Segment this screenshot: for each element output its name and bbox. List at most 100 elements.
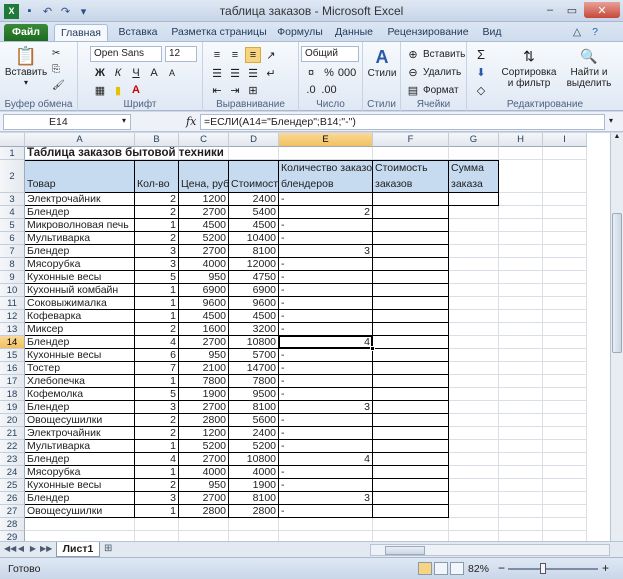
cell-d3[interactable]: 2400 — [229, 193, 279, 206]
row-header-5[interactable]: 5 — [0, 219, 25, 232]
cell-c19[interactable]: 2700 — [179, 401, 229, 414]
cell-d8[interactable]: 12000 — [229, 258, 279, 271]
cell-d14[interactable]: 10800 — [229, 336, 279, 349]
cell-b23[interactable]: 4 — [135, 453, 179, 466]
column-header-i[interactable]: I — [543, 133, 587, 147]
grid-cell[interactable] — [499, 271, 543, 284]
column-header-h[interactable]: H — [499, 133, 543, 147]
cell-a22[interactable]: Мультиварка — [25, 440, 135, 453]
currency-icon[interactable]: ¤ — [303, 65, 319, 81]
first-sheet-icon[interactable]: ◀◀ — [4, 544, 16, 553]
header-cell-d[interactable]: Стоимость — [229, 160, 284, 193]
cell-b25[interactable]: 2 — [135, 479, 179, 492]
bold-button[interactable]: Ж — [92, 65, 108, 81]
grid-cell[interactable] — [543, 492, 587, 505]
cell-a15[interactable]: Кухонные весы — [25, 349, 135, 362]
cell-d4[interactable]: 5400 — [229, 206, 279, 219]
grid-cell[interactable] — [25, 531, 135, 541]
cell-a16[interactable]: Тостер — [25, 362, 135, 375]
cell-b20[interactable]: 2 — [135, 414, 179, 427]
row-header-8[interactable]: 8 — [0, 258, 25, 271]
cell-f4[interactable] — [373, 206, 449, 219]
grid-cell[interactable] — [449, 349, 499, 362]
cell-f22[interactable] — [373, 440, 449, 453]
row-header-13[interactable]: 13 — [0, 323, 25, 336]
horizontal-scrollbar[interactable] — [370, 544, 610, 556]
cell-d12[interactable]: 4500 — [229, 310, 279, 323]
cell-f16[interactable] — [373, 362, 449, 375]
fill-handle[interactable] — [370, 346, 375, 351]
cell-d21[interactable]: 2400 — [229, 427, 279, 440]
grid-cell[interactable] — [543, 206, 587, 219]
cell-f9[interactable] — [373, 271, 449, 284]
cell-e16[interactable]: - — [279, 362, 373, 375]
restore-button[interactable]: ▭ — [562, 2, 582, 18]
cell-e26[interactable]: 3 — [279, 492, 373, 505]
align-top-icon[interactable]: ≡ — [209, 47, 225, 63]
row-header-17[interactable]: 17 — [0, 375, 25, 388]
cell-e18[interactable]: - — [279, 388, 373, 401]
grid-cell[interactable] — [499, 258, 543, 271]
fill-button[interactable]: ⬇ — [473, 64, 491, 80]
grid-cell[interactable] — [543, 147, 587, 160]
cell-c18[interactable]: 1900 — [179, 388, 229, 401]
cell-b5[interactable]: 1 — [135, 219, 179, 232]
thousands-icon[interactable]: 000 — [338, 65, 356, 81]
row-header-12[interactable]: 12 — [0, 310, 25, 323]
shrink-font-icon[interactable]: A — [164, 65, 180, 81]
grid-cell[interactable] — [449, 492, 499, 505]
align-right-icon[interactable]: ☰ — [245, 65, 261, 81]
tab-file[interactable]: Файл — [4, 24, 48, 41]
cell-c8[interactable]: 4000 — [179, 258, 229, 271]
cell-e8[interactable]: - — [279, 258, 373, 271]
row-header-11[interactable]: 11 — [0, 297, 25, 310]
cell-f14[interactable] — [373, 336, 449, 349]
styles-button[interactable]: A Стили — [367, 46, 397, 80]
cell-b8[interactable]: 3 — [135, 258, 179, 271]
orientation-icon[interactable]: ↗ — [263, 47, 279, 63]
copy-icon[interactable]: ⎘ — [52, 64, 60, 75]
tab-page-layout[interactable]: Разметка страницы — [168, 24, 270, 41]
cell-f12[interactable] — [373, 310, 449, 323]
grid-cell[interactable] — [543, 232, 587, 245]
cell-c11[interactable]: 9600 — [179, 297, 229, 310]
find-select-button[interactable]: 🔍 Найти и выделить — [559, 45, 619, 90]
cell-a10[interactable]: Кухонный комбайн — [25, 284, 135, 297]
grid-cell[interactable] — [499, 466, 543, 479]
tab-view[interactable]: Вид — [478, 24, 506, 41]
align-bottom-icon[interactable]: ≡ — [245, 47, 261, 63]
cell-f25[interactable] — [373, 479, 449, 492]
zoom-level[interactable]: 82% — [468, 563, 489, 575]
grid-cell[interactable] — [499, 388, 543, 401]
cell-d7[interactable]: 8100 — [229, 245, 279, 258]
cell-a9[interactable]: Кухонные весы — [25, 271, 135, 284]
grid-cell[interactable] — [449, 427, 499, 440]
grid-cell[interactable] — [543, 219, 587, 232]
cell-c10[interactable]: 6900 — [179, 284, 229, 297]
column-header-f[interactable]: F — [373, 133, 449, 147]
cell-e24[interactable]: - — [279, 466, 373, 479]
column-header-e[interactable]: E — [279, 133, 373, 147]
row-header-25[interactable]: 25 — [0, 479, 25, 492]
row-header-4[interactable]: 4 — [0, 206, 25, 219]
grid-cell[interactable] — [543, 440, 587, 453]
cell-b7[interactable]: 3 — [135, 245, 179, 258]
cell-d15[interactable]: 5700 — [229, 349, 279, 362]
cell-c14[interactable]: 2700 — [179, 336, 229, 349]
cell-a5[interactable]: Микроволновая печь — [25, 219, 135, 232]
new-sheet-icon[interactable]: ⊞ — [104, 543, 112, 554]
cell-c9[interactable]: 950 — [179, 271, 229, 284]
row-header-29[interactable]: 29 — [0, 531, 25, 541]
page-break-view-icon[interactable] — [450, 562, 464, 575]
grid-cell[interactable] — [543, 362, 587, 375]
cell-c17[interactable]: 7800 — [179, 375, 229, 388]
cell-d27[interactable]: 2800 — [229, 505, 279, 518]
grid-cell[interactable] — [499, 531, 543, 541]
grid-cell[interactable] — [449, 414, 499, 427]
cell-e6[interactable]: - — [279, 232, 373, 245]
cell-e10[interactable]: - — [279, 284, 373, 297]
fill-color-icon[interactable]: ▮ — [110, 82, 126, 98]
row-header-28[interactable]: 28 — [0, 518, 25, 531]
grid-cell[interactable] — [449, 466, 499, 479]
grid-cell[interactable] — [499, 147, 543, 160]
